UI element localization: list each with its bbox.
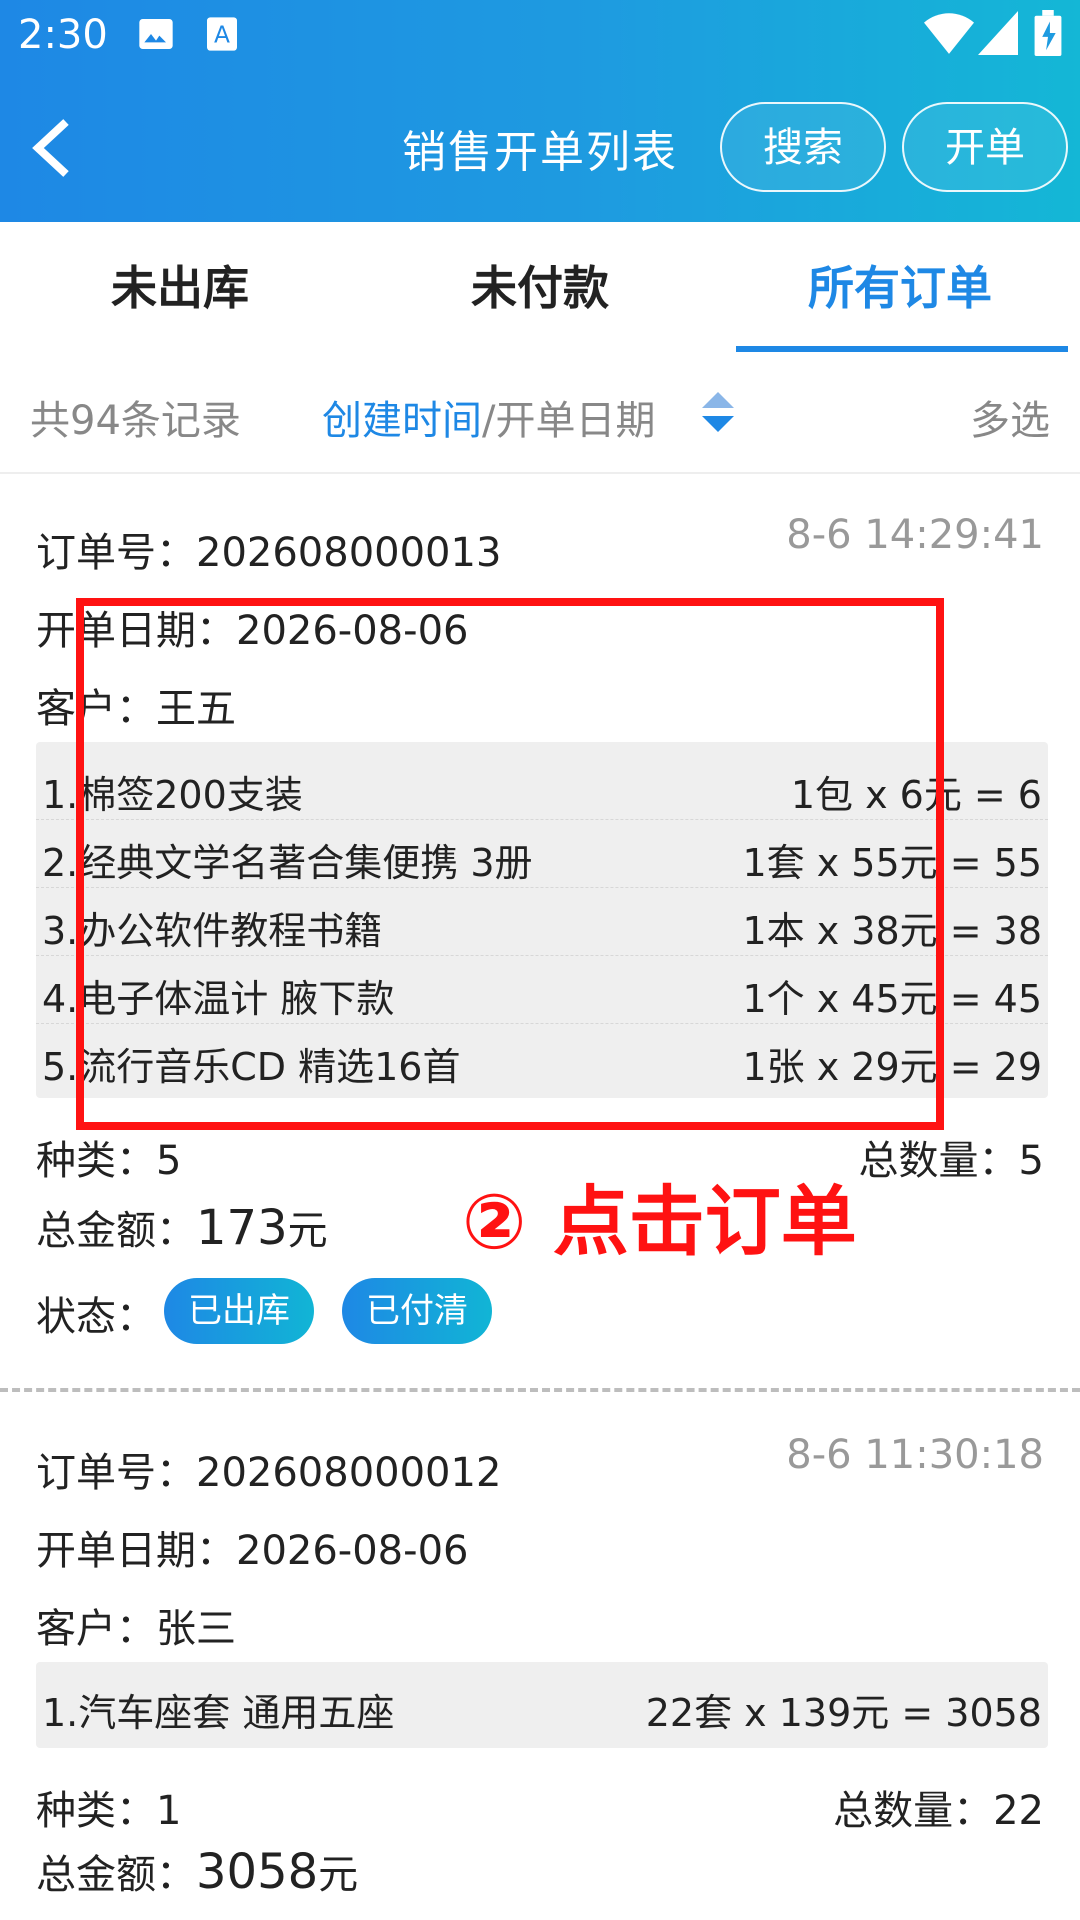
amount-label: 总金额： [36, 1208, 196, 1254]
order-kinds: 种类：1 [36, 1778, 181, 1836]
amount-label: 总金额： [36, 1852, 196, 1898]
status-label: 状态： [36, 1294, 156, 1340]
order-timestamp: 8-6 11:30:18 [786, 1432, 1044, 1478]
order-amount: 总金额：3058元 [36, 1842, 358, 1900]
quantity-label: 总数量： [858, 1138, 1019, 1184]
status-badge-shipped: 已出库 [164, 1278, 314, 1344]
sort-order-date[interactable]: 开单日期 [495, 398, 655, 444]
amount-value: 3058 [196, 1844, 319, 1900]
sort-bar: 共94条记录 创建时间/开单日期 多选 [0, 352, 1080, 474]
battery-icon [1034, 10, 1062, 56]
order-divider [0, 1388, 1080, 1392]
kinds-value: 1 [156, 1788, 182, 1834]
order-kinds: 种类：5 [36, 1128, 181, 1186]
tab-bar: 未出库 未付款 所有订单 [0, 222, 1080, 352]
cell-signal-icon [978, 11, 1018, 55]
tab-unpaid[interactable]: 未付款 [360, 252, 720, 318]
a-icon: A [207, 17, 237, 51]
kinds-value: 5 [156, 1138, 182, 1184]
sort-toggle[interactable]: 创建时间/开单日期 [322, 388, 655, 446]
order-amount: 总金额：173元 [36, 1198, 328, 1256]
order-date: 开单日期：2026-08-06 [36, 1518, 468, 1576]
tab-not-shipped[interactable]: 未出库 [0, 252, 360, 318]
quantity-value: 22 [993, 1788, 1044, 1834]
order-number: 订单号：202608000012 [36, 1440, 501, 1498]
record-count: 共94条记录 [30, 398, 241, 444]
quantity-value: 5 [1018, 1138, 1044, 1184]
order-number-label: 订单号： [36, 1450, 196, 1496]
status-badge-paid: 已付清 [342, 1278, 492, 1344]
order-number: 订单号：202608000013 [36, 520, 501, 578]
annotation-text: ② 点击订单 [462, 1177, 857, 1266]
order-customer-value: 张三 [156, 1606, 236, 1652]
svg-text:A: A [214, 20, 230, 48]
order-number-value: 202608000012 [196, 1450, 502, 1496]
annotation-highlight-box [76, 598, 944, 1130]
kinds-label: 种类： [36, 1138, 156, 1184]
order-quantity: 总数量：22 [833, 1778, 1044, 1836]
order-date-label: 开单日期： [36, 1528, 236, 1574]
multi-select-button[interactable]: 多选 [970, 388, 1050, 446]
sort-created-time[interactable]: 创建时间 [322, 398, 482, 444]
status-time: 2:30 [18, 12, 108, 58]
amount-value: 173 [196, 1200, 288, 1256]
wifi-icon [924, 13, 974, 54]
image-icon [139, 19, 173, 49]
status-bar: 2:30 A [0, 0, 1080, 74]
list-item: 1.汽车座套 通用五座 22套 x 139元 = 3058 [36, 1670, 1048, 1738]
quantity-label: 总数量： [833, 1788, 994, 1834]
order-number-label: 订单号： [36, 530, 196, 576]
search-button[interactable]: 搜索 [720, 102, 886, 192]
order-customer: 客户：张三 [36, 1596, 236, 1654]
order-customer-label: 客户： [36, 1606, 156, 1652]
order-timestamp: 8-6 14:29:41 [786, 512, 1044, 558]
new-order-button[interactable]: 开单 [902, 102, 1068, 192]
order-number-value: 202608000013 [196, 530, 502, 576]
item-calc: 22套 x 139元 = 3058 [645, 1691, 1042, 1735]
order-status: 状态： 已出库 已付清 [36, 1278, 492, 1344]
order-date-value: 2026-08-06 [236, 1528, 469, 1574]
back-arrow-icon[interactable] [30, 118, 74, 178]
kinds-label: 种类： [36, 1788, 156, 1834]
order-quantity: 总数量：5 [859, 1128, 1044, 1186]
amount-unit: 元 [318, 1852, 359, 1898]
item-name: 1.汽车座套 通用五座 [42, 1691, 395, 1735]
order-items-list: 1.汽车座套 通用五座 22套 x 139元 = 3058 [36, 1662, 1048, 1748]
sort-arrows-icon[interactable] [700, 390, 736, 434]
amount-unit: 元 [287, 1208, 328, 1254]
top-app-bar: 2:30 A 销售开单列表 搜索 开单 [0, 0, 1080, 222]
page-title: 销售开单列表 [402, 127, 678, 178]
tab-all-orders[interactable]: 所有订单 [720, 252, 1080, 318]
sort-separator: / [482, 398, 496, 444]
